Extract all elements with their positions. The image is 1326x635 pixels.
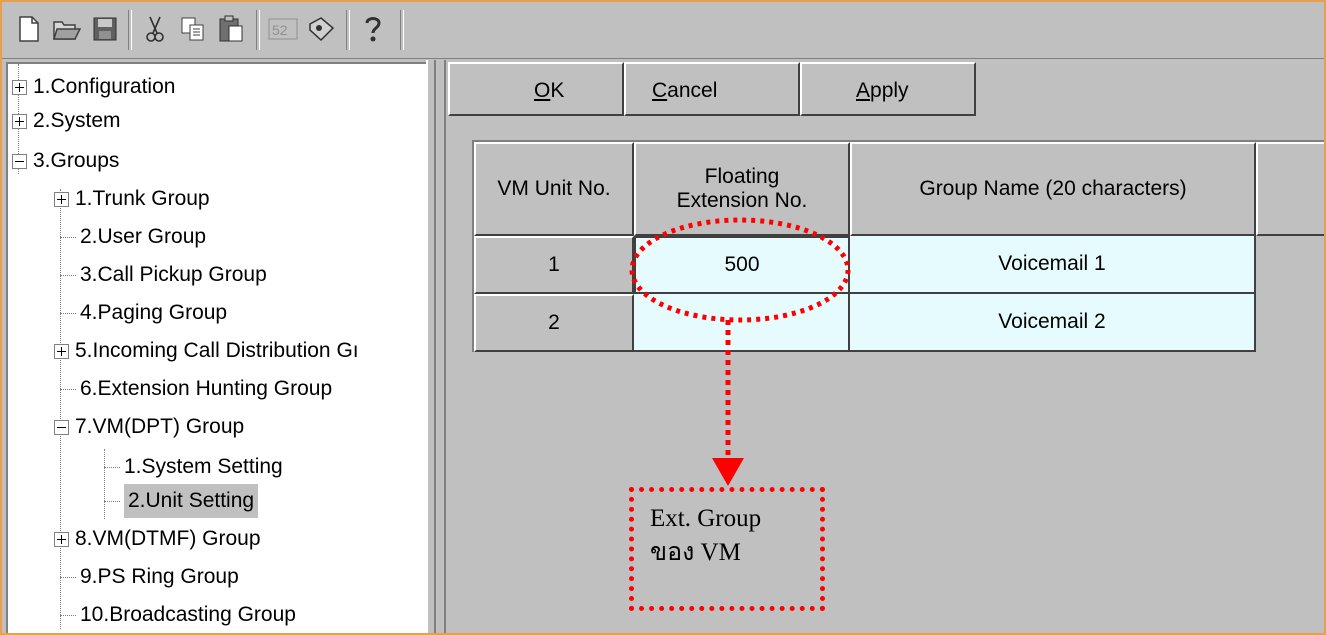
annotation-line-2: ของ VM: [650, 539, 741, 566]
annotation-arrow-head: [712, 458, 744, 486]
annotation-line-1: Ext. Group: [650, 505, 762, 532]
highlight-ellipse: [629, 217, 851, 323]
app-window: 52 1.Configuration 2.System 3.Groups 1.T…: [0, 0, 1326, 635]
annotation-box: Ext. Group ของ VM: [629, 487, 825, 611]
